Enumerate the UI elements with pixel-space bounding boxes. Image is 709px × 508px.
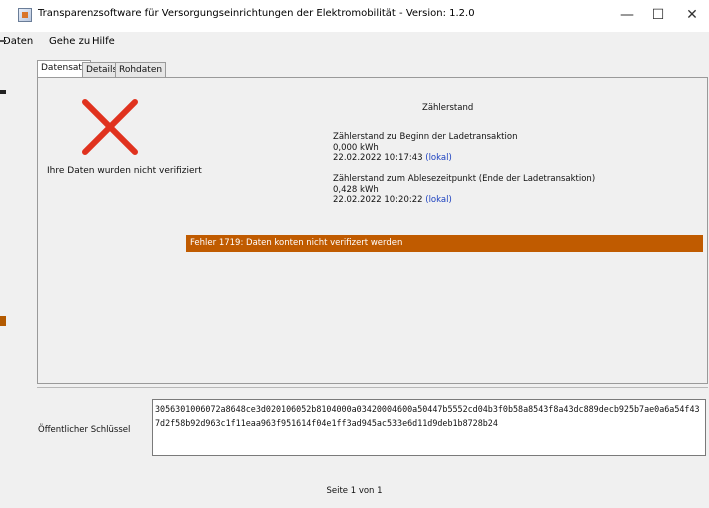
meter-start-block: Zählerstand zu Beginn der Ladetransaktio…	[333, 132, 613, 164]
left-edge-artifact	[0, 90, 6, 94]
tab-rohdaten[interactable]: Rohdaten	[115, 62, 167, 77]
meter-title: Zählerstand	[422, 103, 474, 113]
error-banner: Fehler 1719: Daten konten nicht verifize…	[186, 235, 703, 252]
menu-daten[interactable]: Daten	[3, 36, 33, 47]
meter-end-value: 0,428 kWh	[333, 184, 379, 195]
datensatz-panel: Ihre Daten wurden nicht verifiziert Zähl…	[37, 77, 708, 384]
window-title: Transparenzsoftware für Versorgungseinri…	[38, 8, 475, 19]
meter-end-block: Zählerstand zum Ablesezeitpunkt (Ende de…	[333, 174, 613, 206]
meter-start-time-row: 22.02.2022 10:17:43 (lokal)	[333, 153, 613, 164]
public-key-label: Öffentlicher Schlüssel	[38, 425, 131, 435]
red-x-icon	[82, 99, 138, 155]
meter-end-time-row: 22.02.2022 10:20:22 (lokal)	[333, 195, 613, 206]
menu-hilfe[interactable]: Hilfe	[92, 36, 115, 47]
title-bar: Transparenzsoftware für Versorgungseinri…	[0, 0, 709, 32]
app-icon	[18, 8, 32, 22]
page-indicator: Seite 1 von 1	[326, 486, 383, 496]
left-edge-artifact	[0, 316, 6, 326]
meter-end-label: Zählerstand zum Ablesezeitpunkt (Ende de…	[333, 174, 596, 184]
meter-start-lokal-link[interactable]: (lokal)	[425, 153, 452, 163]
meter-end-lokal-link[interactable]: (lokal)	[425, 195, 452, 205]
meter-start-label: Zählerstand zu Beginn der Ladetransaktio…	[333, 132, 518, 142]
menu-bar: Daten Gehe zu Hilfe	[0, 34, 709, 52]
left-edge-artifact	[0, 40, 6, 42]
public-key-field[interactable]: 3056301006072a8648ce3d020106052b8104000a…	[152, 399, 706, 456]
maximize-button[interactable]: ☐	[641, 4, 675, 26]
verification-status: Ihre Daten wurden nicht verifiziert	[47, 166, 202, 176]
meter-start-timestamp: 22.02.2022 10:17:43	[333, 153, 423, 163]
minimize-button[interactable]: —	[610, 4, 644, 26]
menu-gehe-zu[interactable]: Gehe zu	[49, 36, 90, 47]
close-button[interactable]: ✕	[675, 4, 709, 26]
section-divider	[37, 387, 708, 388]
application-window: Transparenzsoftware für Versorgungseinri…	[0, 0, 709, 508]
meter-start-value: 0,000 kWh	[333, 142, 379, 153]
meter-end-timestamp: 22.02.2022 10:20:22	[333, 195, 423, 205]
